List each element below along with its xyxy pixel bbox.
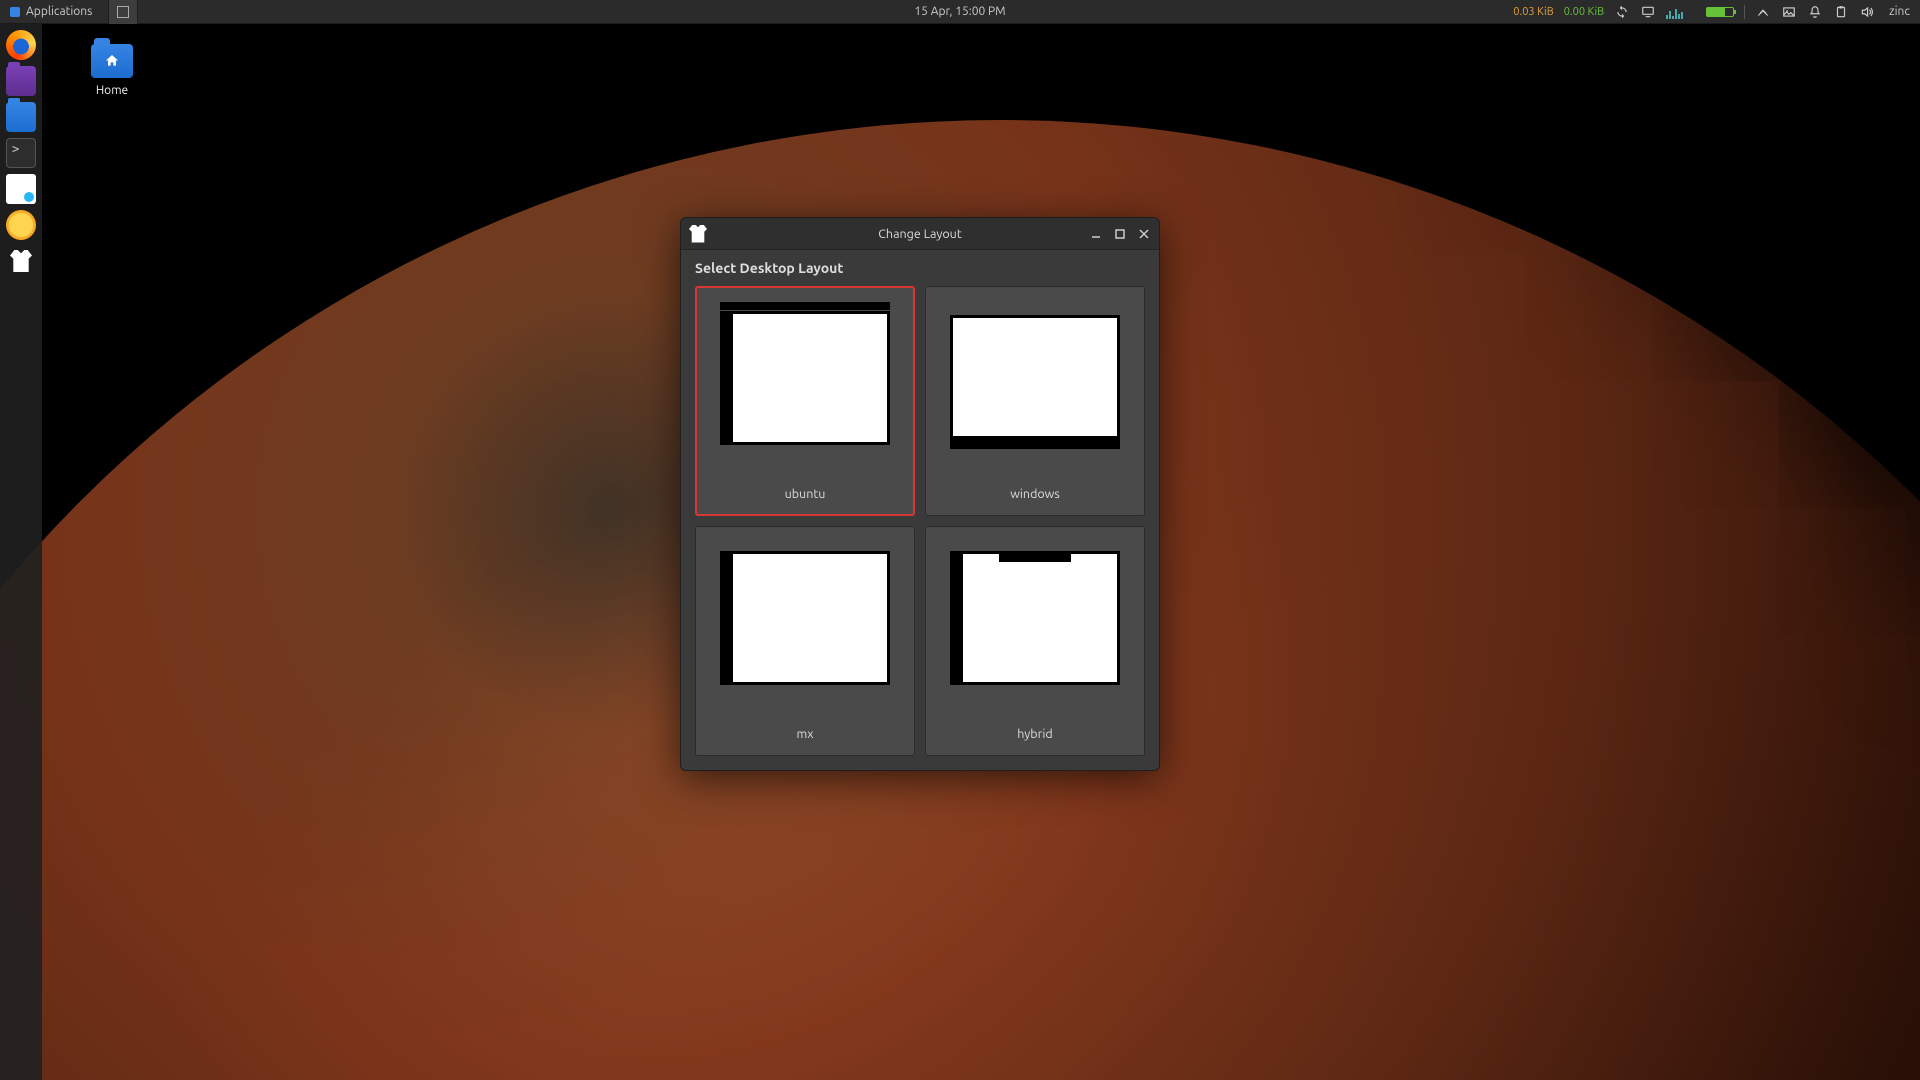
top-panel: Applications 15 Apr, 15:00 PM 0.03 KiB 0…	[0, 0, 1920, 24]
window-minimize-button[interactable]	[1089, 227, 1103, 241]
panel-spacer	[154, 0, 184, 24]
tray-separator	[1744, 5, 1745, 19]
notifications-icon[interactable]	[1807, 4, 1823, 20]
layout-app-icon[interactable]	[6, 246, 36, 276]
network-download-rate: 0.03 KiB	[1513, 6, 1553, 18]
window-icon	[117, 6, 129, 18]
layout-label-hybrid: hybrid	[1017, 727, 1052, 741]
applications-label: Applications	[26, 5, 92, 18]
volume-icon[interactable]	[1859, 4, 1875, 20]
window-title: Change Layout	[878, 227, 961, 241]
layout-thumb-ubuntu	[720, 311, 890, 445]
layout-options-grid: ubuntu windows mx hybrid	[695, 286, 1145, 756]
window-titlebar[interactable]: Change Layout	[681, 218, 1159, 250]
network-icon[interactable]	[1755, 4, 1771, 20]
desktop-home-icon[interactable]: Home	[72, 44, 152, 97]
network-upload-rate: 0.00 KiB	[1564, 6, 1604, 18]
layout-label-ubuntu: ubuntu	[785, 487, 826, 501]
taskbar-window-button[interactable]	[108, 0, 138, 24]
picture-icon[interactable]	[1781, 4, 1797, 20]
panel-clock[interactable]: 15 Apr, 15:00 PM	[914, 5, 1005, 18]
layout-option-hybrid[interactable]: hybrid	[925, 526, 1145, 756]
user-menu[interactable]: zinc	[1885, 5, 1910, 18]
desktop-home-label: Home	[96, 84, 128, 97]
files-purple-icon[interactable]	[6, 66, 36, 96]
layout-option-windows[interactable]: windows	[925, 286, 1145, 516]
window-close-button[interactable]	[1137, 227, 1151, 241]
left-dock	[0, 24, 42, 1080]
battery-indicator[interactable]	[1706, 7, 1734, 17]
dialog-section-title: Select Desktop Layout	[695, 260, 1145, 276]
layout-option-ubuntu[interactable]: ubuntu	[695, 286, 915, 516]
panel-tray: 0.03 KiB 0.00 KiB zinc	[1513, 0, 1920, 24]
display-icon[interactable]	[1640, 4, 1656, 20]
layout-thumb-mx	[720, 551, 890, 685]
firefox-icon[interactable]	[6, 30, 36, 60]
change-layout-window: Change Layout Select Desktop Layout ubun…	[680, 217, 1160, 771]
document-icon[interactable]	[6, 174, 36, 204]
layout-label-windows: windows	[1010, 487, 1060, 501]
terminal-icon[interactable]	[6, 138, 36, 168]
applications-icon	[10, 7, 20, 17]
layout-label-mx: mx	[796, 727, 813, 741]
layout-thumb-hybrid	[950, 551, 1120, 685]
layout-option-mx[interactable]: mx	[695, 526, 915, 756]
clipboard-icon[interactable]	[1833, 4, 1849, 20]
files-blue-icon[interactable]	[6, 102, 36, 132]
home-folder-icon	[91, 44, 133, 78]
layout-thumb-windows	[950, 315, 1120, 449]
cpu-graph-icon[interactable]	[1666, 5, 1696, 19]
app-yellow-icon[interactable]	[6, 210, 36, 240]
window-app-icon	[689, 225, 707, 243]
sync-icon[interactable]	[1614, 4, 1630, 20]
applications-menu-button[interactable]: Applications	[0, 0, 102, 24]
window-maximize-button[interactable]	[1113, 227, 1127, 241]
